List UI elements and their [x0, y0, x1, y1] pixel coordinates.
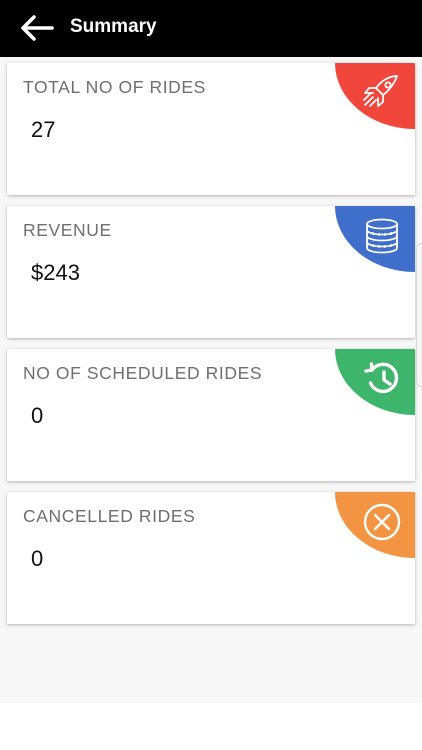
scheduled-rides-value: 0 [31, 403, 44, 428]
total-rides-badge [335, 63, 415, 129]
cancelled-rides-label: CANCELLED RIDES [23, 506, 196, 526]
cancelled-rides-badge [335, 492, 415, 558]
cancelled-rides-card[interactable]: CANCELLED RIDES 0 [7, 492, 415, 624]
scheduled-rides-badge [335, 349, 415, 415]
rocket-icon [363, 75, 398, 107]
app-bar: Summary [0, 0, 422, 57]
cancel-circle-icon [363, 503, 401, 541]
revenue-badge [335, 206, 415, 272]
coins-icon [366, 218, 398, 254]
total-rides-value: 27 [31, 117, 56, 142]
scheduled-rides-card[interactable]: NO OF SCHEDULED RIDES 0 [7, 349, 415, 481]
cancelled-rides-value: 0 [31, 546, 44, 571]
revenue-card[interactable]: REVENUE $243 [7, 206, 415, 338]
back-button[interactable] [20, 13, 54, 43]
scheduled-rides-label: NO OF SCHEDULED RIDES [23, 363, 263, 383]
summary-list: TOTAL NO OF RIDES 27 REVENUE $243 NO OF … [0, 57, 422, 703]
bottom-area [0, 703, 422, 750]
arrow-left-icon [21, 15, 54, 41]
total-rides-card[interactable]: TOTAL NO OF RIDES 27 [7, 63, 415, 195]
history-icon [364, 362, 399, 394]
summary-screen: Summary TOTAL NO OF RIDES 27 REVENUE $24… [0, 0, 422, 750]
revenue-label: REVENUE [23, 220, 112, 240]
total-rides-label: TOTAL NO OF RIDES [23, 77, 206, 97]
revenue-value: $243 [31, 260, 80, 285]
scroll-edge-handle[interactable] [416, 243, 422, 387]
page-title: Summary [70, 16, 157, 37]
